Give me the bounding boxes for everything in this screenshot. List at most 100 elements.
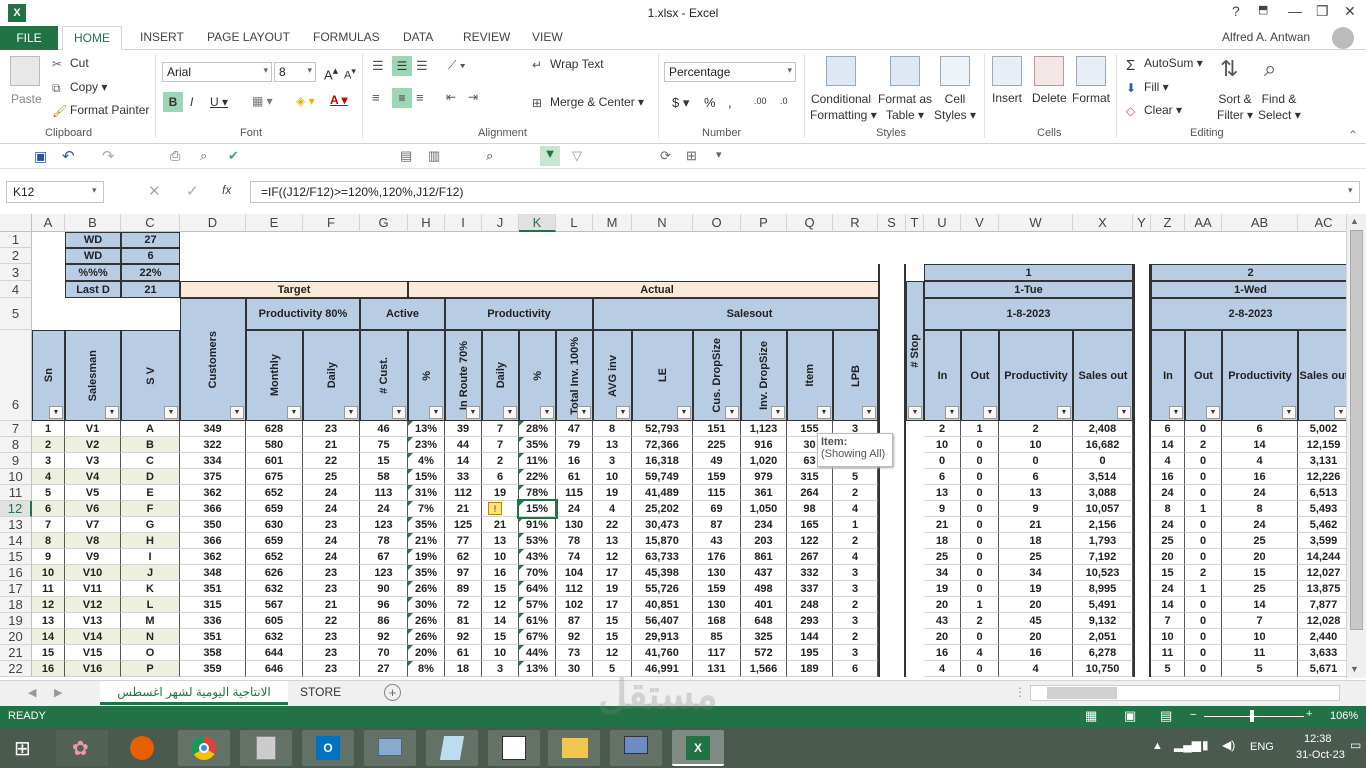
column-header[interactable]: O (693, 214, 741, 232)
filter-dropdown-icon[interactable]: ▼ (771, 406, 785, 419)
filter-dropdown-icon[interactable]: ▼ (677, 406, 691, 419)
tab-data[interactable]: DATA (403, 30, 433, 44)
row-header[interactable]: 18 (0, 597, 32, 613)
taskbar-excel-icon[interactable]: X (672, 730, 724, 766)
row-header[interactable]: 22 (0, 661, 32, 677)
scroll-down-icon[interactable]: ▼ (1350, 664, 1359, 674)
currency-button[interactable]: $ ▾ (672, 95, 689, 111)
align-center-button[interactable]: ≡ (392, 88, 412, 108)
horizontal-scroll-thumb[interactable] (1047, 687, 1117, 699)
filter-dropdown-icon[interactable]: ▼ (1169, 406, 1183, 419)
ribbon-display-icon[interactable]: ⬒ (1258, 3, 1268, 16)
row-header[interactable]: 9 (0, 453, 32, 469)
tab-home[interactable]: HOME (62, 26, 122, 51)
wrap-text-button[interactable]: ↵ Wrap Text (532, 57, 604, 72)
column-header[interactable]: R (833, 214, 878, 232)
tab-view[interactable]: VIEW (532, 30, 563, 44)
align-bottom-button[interactable]: ☰ (416, 58, 428, 74)
increase-decimal-button[interactable]: .00 (754, 96, 767, 106)
redo-icon[interactable]: ↷ (102, 147, 115, 165)
clock-date[interactable]: 31-Oct-23 (1296, 749, 1345, 761)
bold-button[interactable]: B (163, 92, 183, 112)
windows-start-icon[interactable]: ⊞ (14, 736, 31, 761)
tab-page-layout[interactable]: PAGE LAYOUT (207, 30, 290, 44)
filter-dropdown-icon[interactable]: ▼ (503, 406, 517, 419)
warning-icon[interactable]: ! (488, 502, 502, 515)
filter-dropdown-icon[interactable]: ▼ (540, 406, 554, 419)
column-header[interactable]: D (180, 214, 246, 232)
decrease-indent-button[interactable]: ⇤ (446, 90, 456, 104)
close-button[interactable]: ✕ (1344, 3, 1356, 20)
align-top-button[interactable]: ☰ (372, 58, 384, 74)
insert-cells-icon[interactable] (992, 56, 1022, 86)
tab-review[interactable]: REVIEW (463, 30, 510, 44)
enter-icon[interactable]: ✓ (186, 182, 199, 200)
filter-dropdown-icon[interactable]: ▼ (164, 406, 178, 419)
vertical-scroll-thumb[interactable] (1350, 230, 1363, 630)
select-all-corner[interactable] (0, 214, 32, 232)
format-as-table-button[interactable]: Format as Table ▾ (876, 91, 934, 123)
column-header[interactable]: T (906, 214, 924, 232)
tab-insert[interactable]: INSERT (140, 30, 184, 44)
user-name[interactable]: Alfred A. Antwan (1222, 30, 1310, 44)
undo-icon[interactable]: ↶ (62, 147, 75, 165)
taskbar-notes-icon[interactable] (426, 730, 478, 766)
column-header[interactable]: P (741, 214, 787, 232)
column-header[interactable]: Q (787, 214, 833, 232)
next-sheet-icon[interactable]: ▶ (54, 686, 62, 699)
help-icon[interactable]: ? (1232, 3, 1240, 19)
taskbar-outlook-icon[interactable]: O (302, 730, 354, 766)
clear-filter-icon[interactable]: ▽ (572, 148, 582, 164)
paste-icon[interactable] (10, 56, 40, 86)
row-header[interactable]: 1 (0, 232, 32, 248)
row-header[interactable]: 8 (0, 437, 32, 453)
align-middle-button[interactable]: ☰ (392, 56, 412, 76)
conditional-formatting-icon[interactable] (826, 56, 856, 86)
name-box[interactable]: K12 (6, 181, 104, 203)
chevron-down-icon[interactable]: ▾ (92, 185, 97, 196)
zoom-level[interactable]: 106% (1330, 710, 1358, 722)
column-header[interactable]: C (121, 214, 180, 232)
row-header[interactable]: 4 (0, 281, 32, 298)
row-header[interactable]: 7 (0, 421, 32, 437)
sort-filter-icon[interactable]: ⇅ (1220, 56, 1250, 86)
row-header[interactable]: 5 (0, 298, 32, 330)
merge-center-button[interactable]: ⊞ Merge & Center ▾ (532, 95, 644, 110)
cell-styles-icon[interactable] (940, 56, 970, 86)
filter-dropdown-icon[interactable]: ▼ (230, 406, 244, 419)
format-as-table-icon[interactable] (890, 56, 920, 86)
fill-color-button[interactable]: ◈ ▾ (296, 94, 315, 108)
page-break-view-icon[interactable]: ▤ (1160, 708, 1172, 724)
freeze-icon[interactable]: ▤ (400, 148, 412, 164)
zoom-slider[interactable] (1204, 716, 1304, 717)
borders-button[interactable]: ▦ ▾ (252, 94, 273, 108)
filter-dropdown-icon[interactable]: ▼ (1282, 406, 1296, 419)
column-header[interactable]: AB (1222, 214, 1298, 232)
copy-button[interactable]: ⧉ Copy ▾ (52, 80, 107, 95)
filter-dropdown-icon[interactable]: ▼ (429, 406, 443, 419)
taskbar-explorer-icon[interactable] (548, 730, 600, 766)
decrease-decimal-button[interactable]: .0 (780, 96, 788, 106)
volume-icon[interactable]: ◀) (1222, 738, 1235, 752)
column-header[interactable]: K (519, 214, 556, 232)
format-cells-icon[interactable] (1076, 56, 1106, 86)
shrink-font-button[interactable]: A▾ (344, 66, 356, 82)
filter-dropdown-icon[interactable]: ▼ (862, 406, 876, 419)
column-header[interactable]: U (924, 214, 961, 232)
column-header[interactable]: L (556, 214, 593, 232)
row-header[interactable]: 6 (0, 330, 32, 421)
paste-button[interactable]: Paste (11, 92, 42, 106)
conditional-formatting-button[interactable]: Conditional Formatting ▾ (810, 91, 877, 123)
row-header[interactable]: 20 (0, 629, 32, 645)
column-header[interactable]: F (303, 214, 360, 232)
prev-sheet-icon[interactable]: ◀ (28, 686, 36, 699)
filter-dropdown-icon[interactable]: ▼ (1057, 406, 1071, 419)
filter-dropdown-icon[interactable]: ▼ (105, 406, 119, 419)
taskbar-network-icon[interactable] (488, 730, 540, 766)
column-header[interactable]: Z (1151, 214, 1185, 232)
filter-dropdown-icon[interactable]: ▼ (983, 406, 997, 419)
notification-icon[interactable]: ▭ (1350, 738, 1361, 752)
horizontal-scrollbar[interactable] (1030, 685, 1340, 701)
column-header[interactable]: W (999, 214, 1073, 232)
sheet-tab-store[interactable]: STORE (300, 685, 341, 699)
